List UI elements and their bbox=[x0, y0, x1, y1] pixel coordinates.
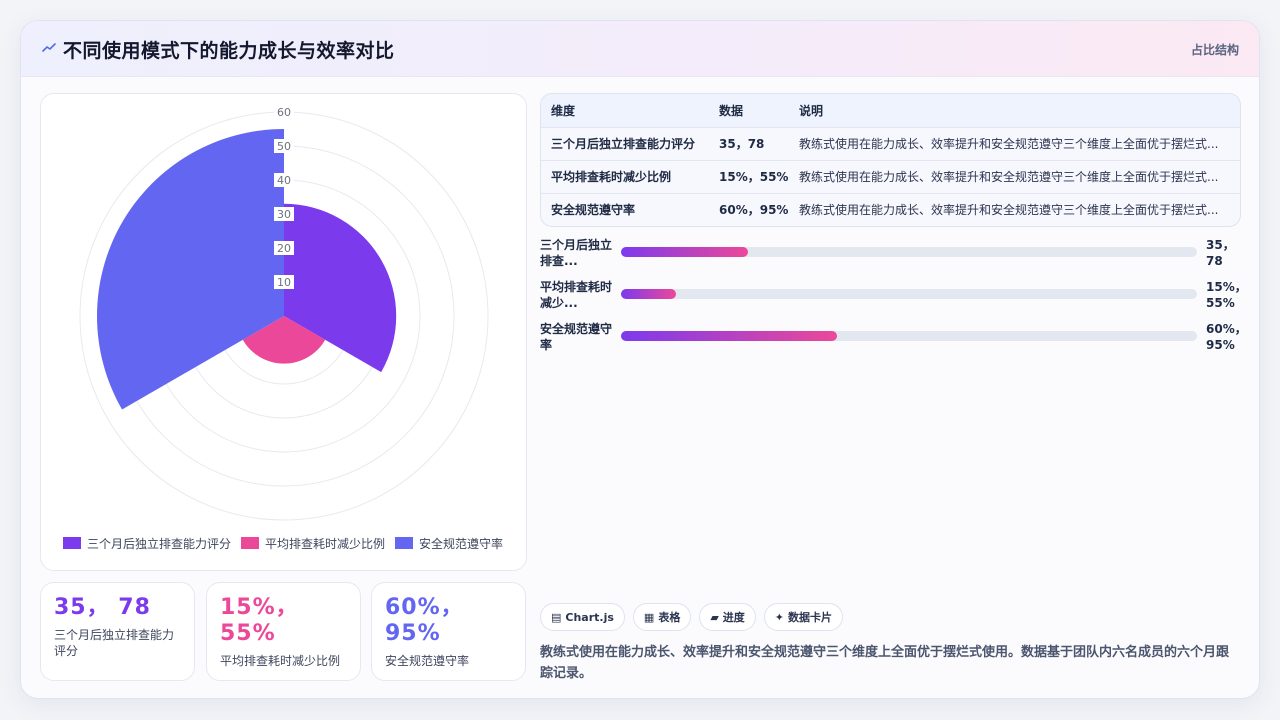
tick-label: 30 bbox=[277, 208, 291, 221]
legend-label: 平均排查耗时减少比例 bbox=[265, 536, 386, 551]
summary-note: 教练式使用在能力成长、效率提升和安全规范遵守三个维度上全面优于摆烂式使用。数据基… bbox=[540, 645, 1230, 681]
cell-description: 教练式使用在能力成长、效率提升和安全规范遵守三个维度上全面优于摆烂式... bbox=[799, 170, 1219, 184]
progress-value: 15%， 55% bbox=[1206, 280, 1247, 310]
header-bar: 不同使用模式下的能力成长与效率对比 占比结构 bbox=[21, 21, 1259, 77]
progress-value: 60%， 95% bbox=[1206, 322, 1247, 352]
column-header: 维度 bbox=[551, 103, 576, 118]
cell-data: 15%，55% bbox=[719, 170, 789, 184]
legend-item[interactable]: 三个月后独立排查能力评分 bbox=[63, 535, 231, 552]
stat-label: 平均排查耗时减少比例 bbox=[220, 654, 341, 668]
chart-legend: 三个月后独立排查能力评分 平均排查耗时减少比例 安全规范遵守率 bbox=[63, 534, 513, 552]
chip-progress[interactable]: ▰ 进度 bbox=[699, 603, 756, 631]
trend-icon bbox=[42, 43, 56, 52]
progress-track bbox=[621, 289, 1197, 299]
tag-chips: ▤ Chart.js ▦ 表格 ▰ 进度 ✦ 数据卡片 bbox=[540, 603, 844, 631]
chip-label: 进度 bbox=[722, 611, 745, 624]
page-title: 不同使用模式下的能力成长与效率对比 bbox=[63, 40, 395, 62]
card-icon: ✦ bbox=[774, 610, 785, 624]
chip-label: 表格 bbox=[658, 611, 681, 624]
polar-area-chart: 10 20 30 40 50 60 bbox=[79, 105, 489, 521]
table-icon: ▦ bbox=[643, 610, 655, 624]
progress-label: 平均排查耗时减少... bbox=[540, 280, 613, 310]
chart-icon: ▤ bbox=[551, 610, 562, 624]
stat-label: 安全规范遵守率 bbox=[385, 654, 470, 668]
legend-label: 安全规范遵守率 bbox=[419, 536, 504, 551]
stat-card: 15%， 55% 平均排查耗时减少比例 bbox=[206, 582, 361, 681]
progress-value: 35， 78 bbox=[1206, 238, 1235, 268]
chip-label: 数据卡片 bbox=[788, 611, 833, 624]
progress-fill bbox=[621, 331, 837, 341]
cell-dimension: 安全规范遵守率 bbox=[551, 203, 636, 218]
tick-label: 40 bbox=[277, 174, 291, 187]
column-header: 说明 bbox=[799, 103, 824, 118]
progress-track bbox=[621, 247, 1197, 257]
header-tag: 占比结构 bbox=[1190, 43, 1239, 57]
cell-dimension: 平均排查耗时减少比例 bbox=[551, 170, 672, 184]
chip-data-card[interactable]: ✦ 数据卡片 bbox=[763, 603, 844, 631]
tick-label: 10 bbox=[277, 276, 291, 289]
progress-track bbox=[621, 331, 1197, 341]
stat-value: 35， 78 bbox=[54, 595, 151, 620]
chip-label: Chart.js bbox=[565, 610, 614, 624]
progress-fill bbox=[621, 289, 676, 299]
progress-fill bbox=[621, 247, 748, 257]
legend-item[interactable]: 平均排查耗时减少比例 bbox=[241, 535, 385, 552]
cell-data: 35，78 bbox=[719, 137, 765, 151]
table-row: 三个月后独立排查能力评分 35，78 教练式使用在能力成长、效率提升和安全规范遵… bbox=[541, 127, 1240, 160]
legend-item[interactable]: 安全规范遵守率 bbox=[395, 535, 503, 552]
stat-card: 35， 78 三个月后独立排查能力评分 bbox=[40, 582, 195, 681]
legend-label: 三个月后独立排查能力评分 bbox=[87, 536, 232, 551]
stat-label: 三个月后独立排查能力评分 bbox=[54, 628, 175, 658]
polar-sector[interactable] bbox=[97, 129, 284, 410]
data-table: 维度 数据 说明 三个月后独立排查能力评分 35，78 教练式使用在能力成长、效… bbox=[540, 93, 1241, 227]
column-header: 数据 bbox=[719, 103, 744, 118]
progress-label: 三个月后独立排查... bbox=[540, 238, 613, 268]
stat-card: 60%， 95% 安全规范遵守率 bbox=[371, 582, 526, 681]
stat-value: 60%， 95% bbox=[385, 595, 464, 646]
tick-label: 20 bbox=[277, 242, 291, 255]
chip-table[interactable]: ▦ 表格 bbox=[632, 603, 692, 631]
polar-chart-panel: 10 20 30 40 50 60 三个月后独立排查能力评分 平均排查耗时减少比例 安全规… bbox=[40, 93, 527, 571]
table-row: 安全规范遵守率 60%，95% 教练式使用在能力成长、效率提升和安全规范遵守三个… bbox=[541, 193, 1240, 226]
table-header-row: 维度 数据 说明 bbox=[541, 94, 1240, 127]
table-row: 平均排查耗时减少比例 15%，55% 教练式使用在能力成长、效率提升和安全规范遵… bbox=[541, 160, 1240, 193]
dashboard-card: 不同使用模式下的能力成长与效率对比 占比结构 10 20 30 40 50 60 三个月后… bbox=[20, 20, 1260, 699]
legend-swatch bbox=[241, 537, 260, 549]
cell-dimension: 三个月后独立排查能力评分 bbox=[551, 137, 696, 151]
legend-swatch bbox=[63, 537, 81, 549]
tick-label: 50 bbox=[277, 140, 291, 153]
progress-icon: ▰ bbox=[710, 610, 719, 624]
tick-label: 60 bbox=[277, 106, 291, 119]
stat-value: 15%， 55% bbox=[220, 595, 299, 646]
progress-label: 安全规范遵守率 bbox=[540, 322, 613, 352]
legend-swatch bbox=[395, 537, 414, 549]
progress-list: 三个月后独立排查... 35， 78 平均排查耗时减少... 15%， 55% … bbox=[540, 237, 1247, 363]
progress-row: 三个月后独立排查... 35， 78 bbox=[540, 237, 1241, 279]
cell-data: 60%，95% bbox=[719, 203, 789, 218]
cell-description: 教练式使用在能力成长、效率提升和安全规范遵守三个维度上全面优于摆烂式... bbox=[799, 137, 1219, 151]
progress-row: 平均排查耗时减少... 15%， 55% bbox=[540, 279, 1247, 321]
progress-row: 安全规范遵守率 60%， 95% bbox=[540, 321, 1247, 363]
cell-description: 教练式使用在能力成长、效率提升和安全规范遵守三个维度上全面优于摆烂式... bbox=[799, 203, 1219, 218]
chip-chartjs[interactable]: ▤ Chart.js bbox=[540, 603, 625, 631]
